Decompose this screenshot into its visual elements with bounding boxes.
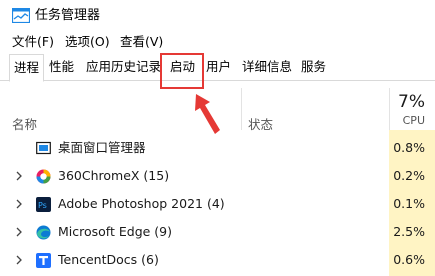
chevron-right-icon[interactable] [13,226,25,238]
table-row[interactable]: Ps Adobe Photoshop 2021 (4) 0.1% [0,190,435,219]
tab-app-history[interactable]: 应用历史记录 [82,55,165,79]
360chrome-icon [36,169,51,184]
chevron-right-icon[interactable] [13,198,25,210]
red-arrow-annotation [195,94,220,134]
process-name: 360ChromeX (15) [58,168,170,183]
edge-icon [36,225,51,240]
process-name: Microsoft Edge (9) [58,224,172,239]
tab-users[interactable]: 用户 [202,55,235,79]
table-row[interactable]: 桌面窗口管理器 0.8% [0,134,435,163]
menu-view[interactable]: 查看(V) [120,33,163,51]
process-cpu: 2.5% [393,224,425,239]
column-status[interactable]: 状态 [248,114,273,133]
tab-bar: 进程 性能 应用历史记录 启动 用户 详细信息 服务 [0,53,435,82]
process-cpu: 0.6% [393,252,425,267]
photoshop-icon: Ps [36,197,51,212]
process-cpu: 0.2% [393,168,425,183]
tab-details[interactable]: 详细信息 [238,55,296,79]
cpu-total-percent: 7% [398,92,425,112]
menu-bar: 文件(F) 选项(O) 查看(V) [0,32,435,52]
svg-text:Ps: Ps [38,201,47,210]
column-separator[interactable] [389,88,390,130]
process-cpu: 0.1% [393,196,425,211]
table-row[interactable]: 360ChromeX (15) 0.2% [0,162,435,191]
title-bar: 任务管理器 [0,0,435,32]
tab-performance[interactable]: 性能 [45,55,78,79]
window-title: 任务管理器 [35,8,101,23]
tab-services[interactable]: 服务 [297,55,330,79]
tencentdocs-icon [36,253,51,268]
column-separator[interactable] [241,88,242,130]
tab-processes[interactable]: 进程 [9,54,45,82]
column-name[interactable]: 名称 [12,114,37,133]
process-name: 桌面窗口管理器 [58,140,146,155]
chevron-right-icon[interactable] [13,170,25,182]
window-manager-icon [36,141,51,155]
chevron-right-icon[interactable] [13,254,25,266]
menu-options[interactable]: 选项(O) [65,33,110,51]
table-row[interactable]: Microsoft Edge (9) 2.5% [0,218,435,247]
column-cpu[interactable]: CPU [403,114,425,127]
menu-file[interactable]: 文件(F) [12,33,54,51]
process-name: Adobe Photoshop 2021 (4) [58,196,225,211]
process-cpu: 0.8% [393,140,425,155]
task-manager-icon [12,8,30,23]
process-name: TencentDocs (6) [58,252,159,267]
table-row[interactable]: TencentDocs (6) 0.6% [0,246,435,275]
